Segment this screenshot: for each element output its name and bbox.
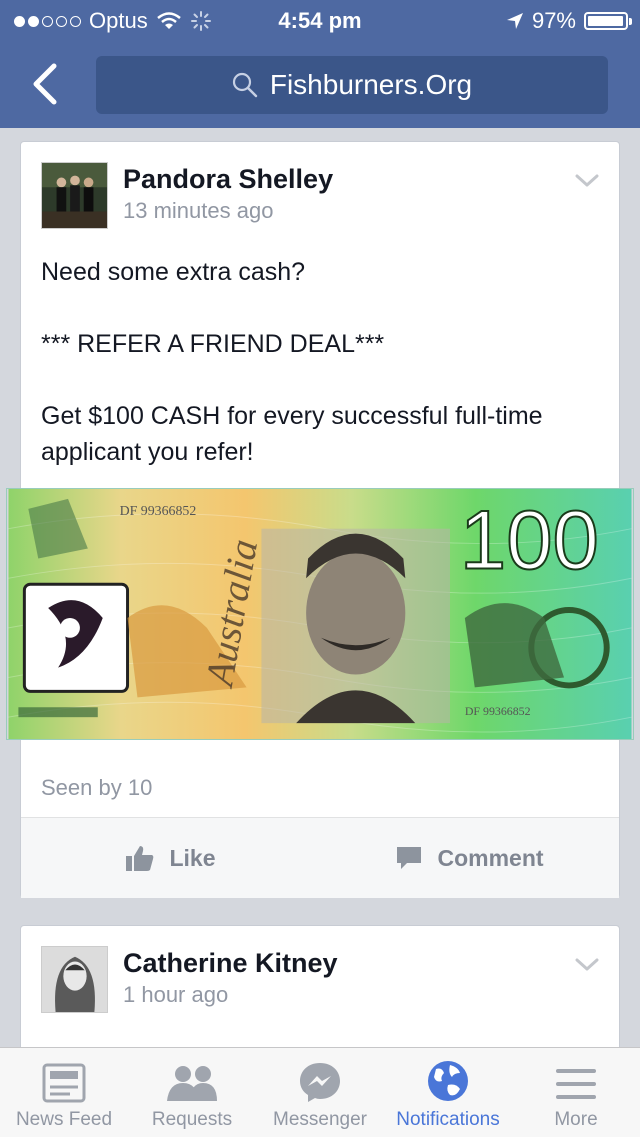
post-text: Need some extra cash? *** REFER A FRIEND… [41, 254, 581, 470]
svg-text:DF 99366852: DF 99366852 [120, 504, 197, 519]
post-text-line: Need some extra cash? [41, 258, 306, 286]
back-chevron-icon[interactable] [26, 62, 66, 106]
post-timestamp[interactable]: 1 hour ago [123, 982, 228, 1008]
navigation-header: Optus 4:54 pm 97% Fishburners.Org [0, 0, 640, 128]
comment-icon [397, 847, 422, 869]
status-bar: Optus 4:54 pm 97% [0, 0, 640, 40]
tab-label: News Feed [15, 1109, 113, 1130]
chevron-down-icon[interactable] [575, 174, 599, 188]
search-bar[interactable]: Fishburners.Org [96, 56, 608, 114]
search-icon [232, 72, 258, 98]
tab-label: More [554, 1109, 598, 1130]
post-photo-banknote[interactable]: DF 99366852 Australia 100 DF 99366852 [6, 488, 634, 740]
tab-label: Messenger [273, 1109, 367, 1130]
tab-label: Requests [151, 1109, 233, 1130]
comment-button[interactable]: Comment [320, 818, 619, 898]
tab-label: Notifications [396, 1109, 500, 1130]
tab-bar: News Feed Requests Messenger Notificatio… [0, 1047, 640, 1137]
news-feed-icon [42, 1063, 86, 1103]
avatar[interactable] [41, 162, 108, 229]
avatar[interactable] [41, 946, 108, 1013]
banknote-serial-top: DF 99366852 [120, 504, 197, 519]
post-author[interactable]: Catherine Kitney [123, 948, 338, 979]
post-author[interactable]: Pandora Shelley [123, 164, 333, 195]
banknote-portrait [261, 528, 450, 724]
like-button[interactable]: Like [21, 818, 320, 898]
svg-text:100: 100 [460, 493, 599, 586]
seen-count[interactable]: Seen by 10 [41, 775, 152, 801]
battery-icon [584, 12, 632, 30]
post-text-line: Get $100 CASH for every successful full-… [41, 402, 543, 466]
comment-label: Comment [437, 844, 544, 871]
location-arrow-icon [506, 13, 523, 29]
chevron-down-icon[interactable] [575, 958, 599, 972]
status-right-group: 97% [506, 8, 632, 34]
thumbs-up-icon [126, 846, 154, 871]
like-label: Like [169, 844, 216, 871]
post-text-line: *** REFER A FRIEND DEAL*** [41, 330, 385, 358]
battery-percent: 97% [531, 8, 576, 33]
tab-requests[interactable]: Requests [128, 1048, 256, 1137]
globe-icon [428, 1061, 468, 1101]
messenger-icon [300, 1063, 340, 1102]
requests-icon [167, 1066, 217, 1101]
tab-messenger[interactable]: Messenger [256, 1048, 384, 1137]
tab-news-feed[interactable]: News Feed [0, 1048, 128, 1137]
post-actions: Like Comment [21, 817, 619, 898]
menu-icon [556, 1069, 596, 1099]
search-query: Fishburners.Org [269, 69, 473, 100]
tab-notifications[interactable]: Notifications [384, 1048, 512, 1137]
tab-more[interactable]: More [512, 1048, 640, 1137]
svg-text:DF 99366852: DF 99366852 [465, 704, 531, 718]
post-timestamp[interactable]: 13 minutes ago [123, 198, 273, 224]
